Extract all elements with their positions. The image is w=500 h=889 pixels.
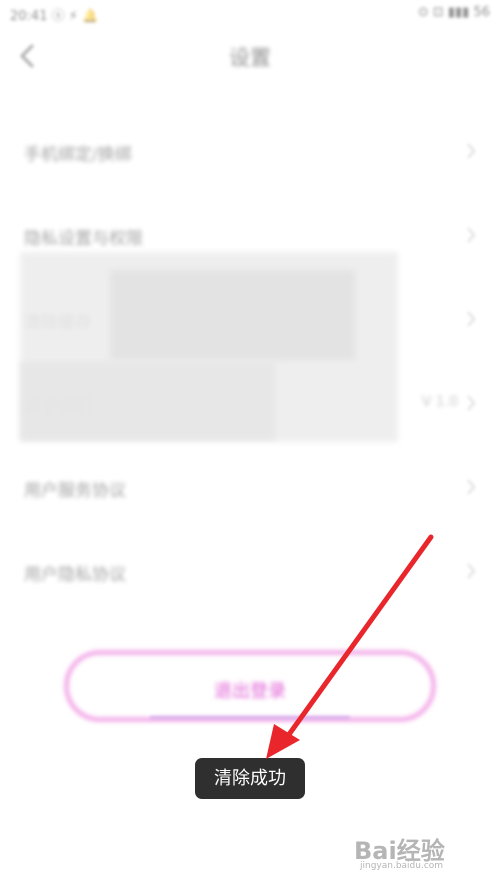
- chevron-right-icon: [466, 477, 476, 497]
- status-bar-indicators: ⊙ ⊡ ▮▮▮ 56: [417, 5, 490, 20]
- logout-label: 退出登录: [214, 681, 286, 702]
- settings-item-label: 用户隐私协议: [24, 565, 126, 585]
- chevron-right-icon: [466, 225, 476, 245]
- settings-item-label: 手机绑定/换绑: [24, 145, 132, 165]
- settings-item-user-agreement[interactable]: 用户服务协议: [0, 446, 500, 530]
- settings-item-label: 用户服务协议: [24, 481, 126, 501]
- baidu-jingyan-watermark: Bai经验 jingyan.baidu.com: [354, 829, 486, 877]
- toast-message: 清除成功: [195, 758, 305, 799]
- chevron-right-icon: [466, 561, 476, 581]
- settings-item-label: 隐私设置与权限: [24, 229, 143, 249]
- back-chevron-icon[interactable]: [10, 38, 44, 74]
- logout-glow-line: [150, 716, 350, 719]
- page-title: 设置: [229, 46, 271, 70]
- settings-item-privacy-policy[interactable]: 用户隐私协议: [0, 530, 500, 614]
- settings-item-version: V 1.0: [421, 394, 458, 410]
- settings-item-privacy-permissions[interactable]: 隐私设置与权限: [0, 194, 500, 278]
- settings-item-clear-cache[interactable]: 清除缓存: [0, 278, 500, 362]
- settings-list: 手机绑定/换绑 隐私设置与权限 清除缓存 关于我们 V 1.0 用户服务协议 用…: [0, 110, 500, 614]
- settings-item-label: 关于我们: [24, 397, 92, 417]
- chevron-right-icon: [466, 141, 476, 161]
- status-bar: 20:41 ⓢ ⚡ 🔔 ⊙ ⊡ ▮▮▮ 56: [0, 0, 500, 26]
- settings-item-label: 清除缓存: [24, 313, 92, 333]
- watermark-domain: jingyan.baidu.com: [360, 861, 444, 871]
- status-bar-time: 20:41 ⓢ ⚡ 🔔: [10, 9, 99, 24]
- settings-item-phone-binding[interactable]: 手机绑定/换绑: [0, 110, 500, 194]
- chevron-right-icon: [466, 393, 476, 413]
- chevron-right-icon: [466, 309, 476, 329]
- logout-button[interactable]: 退出登录: [64, 650, 436, 722]
- settings-item-about-us[interactable]: 关于我们 V 1.0: [0, 362, 500, 446]
